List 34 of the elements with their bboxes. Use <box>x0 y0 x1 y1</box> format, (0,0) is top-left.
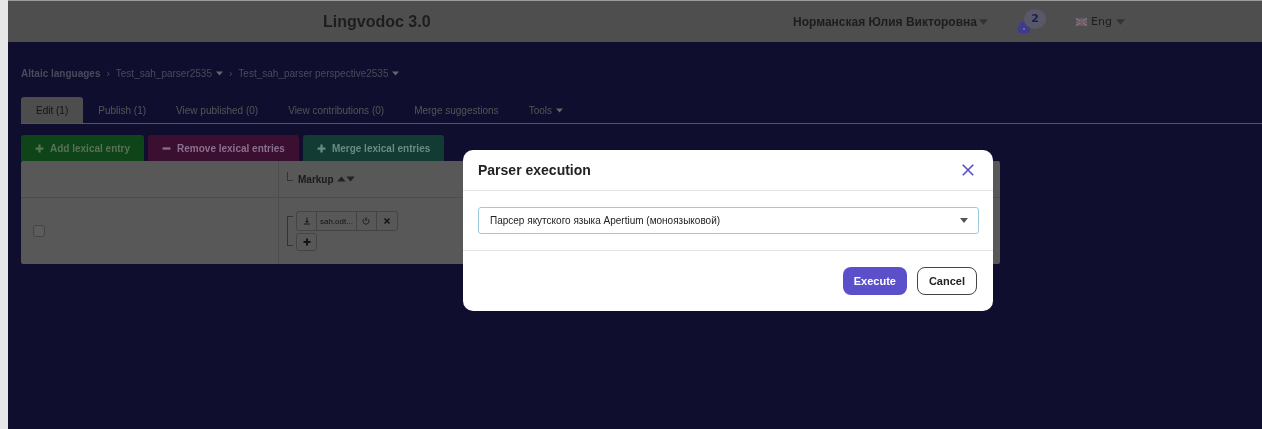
dialog-title: Parser execution <box>478 162 591 178</box>
close-icon <box>382 217 391 225</box>
caret-icon <box>960 218 968 223</box>
tab[interactable]: View published (0) <box>161 97 274 123</box>
tab[interactable]: View contributions (0) <box>273 97 400 123</box>
tab[interactable]: Merge suggestions <box>399 97 514 123</box>
sort-icon <box>335 174 356 184</box>
power-icon <box>362 217 371 225</box>
tab[interactable]: Tools <box>513 97 578 123</box>
select-value: Парсер якутского языка Apertium (моноязыковой) <box>490 215 721 226</box>
breadcrumb-link[interactable]: Test_sah_parser perspective2535 <box>238 67 400 79</box>
breadcrumb-link[interactable]: Test_sah_parser2535 <box>115 67 223 79</box>
add-button[interactable] <box>296 233 317 251</box>
parser-select[interactable]: Парсер якутского языка Apertium (моноязыковой) <box>478 207 979 234</box>
execute-button[interactable]: Execute <box>842 267 907 295</box>
cancel-button[interactable]: Cancel <box>916 267 977 295</box>
flag-icon <box>1075 17 1087 26</box>
action-button[interactable]: Merge lexical entries <box>302 135 445 161</box>
plus-icon <box>35 143 44 153</box>
plus-icon <box>302 238 311 246</box>
breadcrumb-link[interactable]: Altaic languages <box>21 67 101 79</box>
plus-icon <box>316 143 326 153</box>
download-icon <box>302 217 311 225</box>
action-button[interactable]: Remove lexical entries <box>148 135 299 161</box>
tab[interactable]: Publish (1) <box>83 97 162 123</box>
checkbox[interactable] <box>33 225 45 237</box>
caret-icon <box>978 18 988 25</box>
close-button[interactable] <box>961 163 975 177</box>
close-icon <box>961 163 975 177</box>
action-button[interactable]: Add lexical entry <box>21 135 145 161</box>
caret-icon <box>1115 18 1125 25</box>
notification-badge: 2 <box>1023 8 1046 29</box>
breadcrumb-separator: › <box>229 67 233 79</box>
breadcrumb-separator: › <box>106 67 110 79</box>
